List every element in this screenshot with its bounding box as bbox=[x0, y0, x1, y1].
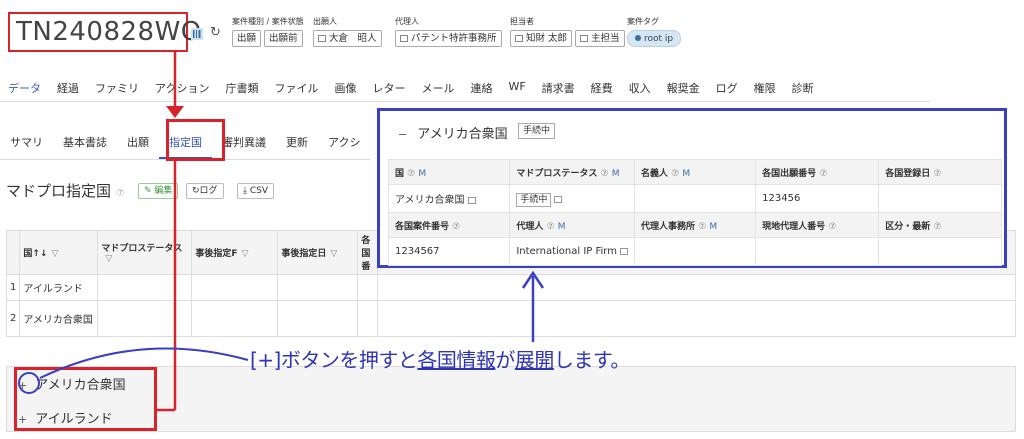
help-icon: ⑦ bbox=[698, 221, 707, 232]
detail-country: アメリカ合衆国 bbox=[417, 127, 508, 142]
detail-h-agent: 代理人 ⑦ M bbox=[509, 212, 635, 238]
detail-h-case-no: 各国案件番号 ⑦ bbox=[387, 212, 511, 238]
copy-icon bbox=[619, 247, 628, 255]
callout-text-1: [+]ボタンを押すと bbox=[250, 348, 418, 372]
detail-h-app-no: 各国出願番号 ⑦ bbox=[755, 159, 880, 185]
country-detail-panel: − アメリカ合衆国 手続中 国 ⑦ M マドプロステータス ⑦ M 名義人 ⑦ M… bbox=[377, 108, 1007, 268]
detail-h-reg-date: 各国登録日 ⑦ bbox=[878, 159, 1002, 185]
help-icon: ⑦ bbox=[452, 221, 461, 232]
m-icon: M bbox=[611, 168, 620, 179]
callout-text-3: が bbox=[495, 348, 515, 372]
m-icon: M bbox=[557, 221, 566, 232]
detail-grid: 国 ⑦ M マドプロステータス ⑦ M 名義人 ⑦ M 各国出願番号 ⑦ 各国登… bbox=[387, 159, 1002, 266]
copy-icon bbox=[467, 196, 476, 204]
detail-v-reg-date bbox=[878, 184, 1002, 213]
detail-v-agent-office bbox=[633, 237, 757, 266]
collapse-icon[interactable]: − bbox=[398, 128, 407, 141]
m-icon: M bbox=[709, 221, 718, 232]
detail-h-holder: 名義人 ⑦ M bbox=[633, 159, 757, 185]
detail-status-chip: 手続中 bbox=[518, 123, 556, 139]
detail-h-country: 国 ⑦ M bbox=[387, 159, 511, 185]
detail-v-status: 手続中 bbox=[509, 184, 635, 213]
detail-v-class bbox=[878, 237, 1002, 266]
detail-value-row: 1234567 International IP Firm bbox=[387, 237, 1002, 266]
callout-text-5: します。 bbox=[553, 348, 631, 372]
detail-h-local-agent: 現地代理人番号 ⑦ bbox=[755, 212, 880, 238]
detail-v-app-no: 123456 bbox=[755, 184, 880, 213]
detail-v-local-agent bbox=[755, 237, 880, 266]
help-icon: ⑦ bbox=[828, 221, 837, 232]
help-icon: ⑦ bbox=[933, 221, 942, 232]
detail-h-agent-office: 代理人事務所 ⑦ M bbox=[633, 212, 757, 238]
detail-title[interactable]: − アメリカ合衆国 bbox=[398, 123, 508, 142]
help-icon: ⑦ bbox=[600, 168, 609, 179]
detail-value-row: アメリカ合衆国 手続中 123456 bbox=[387, 184, 1002, 213]
m-icon: M bbox=[418, 168, 427, 179]
help-icon: ⑦ bbox=[407, 168, 416, 179]
detail-h-class: 区分・最新 ⑦ bbox=[878, 212, 1002, 238]
detail-v-country: アメリカ合衆国 bbox=[387, 184, 511, 213]
detail-header-row: 各国案件番号 ⑦ 代理人 ⑦ M 代理人事務所 ⑦ M 現地代理人番号 ⑦ 区分… bbox=[387, 212, 1002, 238]
help-icon: ⑦ bbox=[933, 168, 942, 179]
detail-v-agent: International IP Firm bbox=[509, 237, 635, 266]
m-icon: M bbox=[682, 168, 691, 179]
detail-v-holder bbox=[633, 184, 757, 213]
help-icon: ⑦ bbox=[546, 221, 555, 232]
detail-v-case-no: 1234567 bbox=[387, 237, 511, 266]
detail-header-row: 国 ⑦ M マドプロステータス ⑦ M 名義人 ⑦ M 各国出願番号 ⑦ 各国登… bbox=[387, 159, 1002, 185]
callout-text-4: 展開 bbox=[514, 348, 555, 372]
annotation-callout: [+]ボタンを押すと各国情報が展開します。 bbox=[250, 344, 630, 373]
copy-icon bbox=[554, 195, 563, 203]
help-icon: ⑦ bbox=[671, 168, 680, 179]
callout-text-2: 各国情報 bbox=[417, 348, 496, 372]
detail-h-status: マドプロステータス ⑦ M bbox=[509, 159, 635, 185]
help-icon: ⑦ bbox=[819, 168, 828, 179]
